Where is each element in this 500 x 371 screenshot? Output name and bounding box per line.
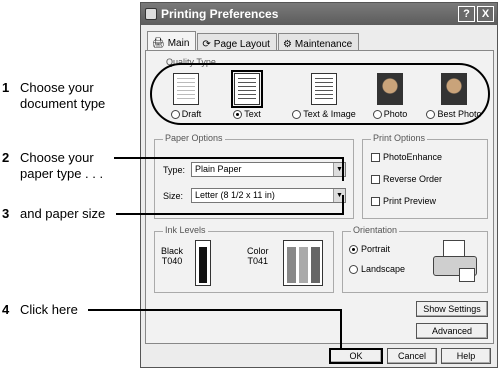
best-photo-icon (441, 73, 467, 105)
text-doc-icon (231, 70, 263, 108)
quality-option-text-image[interactable]: Text & Image (289, 73, 359, 119)
print-options-group: Print Options PhotoEnhance Reverse Order… (362, 133, 488, 219)
checkbox-label: Reverse Order (383, 174, 443, 184)
landscape-radio[interactable]: Landscape (349, 264, 405, 274)
callout-number: 2 (2, 150, 10, 165)
radio[interactable] (349, 264, 358, 274)
tab-label: Main (167, 37, 190, 49)
reverse-order-checkbox[interactable]: Reverse Order (371, 174, 442, 184)
checkbox[interactable] (371, 196, 380, 206)
paper-options-group: Paper Options Type: Plain Paper ▼ Size: … (154, 133, 354, 219)
page-layout-icon: ⟳ (202, 38, 211, 50)
quality-option-best-photo[interactable]: Best Photo (422, 73, 486, 119)
photoenhance-checkbox[interactable]: PhotoEnhance (371, 152, 442, 162)
color-ink-label: Color (247, 246, 269, 256)
main-panel: Quality Type Draft Text Text & Image Pho… (145, 50, 494, 344)
option-label: Photo (383, 109, 408, 119)
checkbox[interactable] (371, 174, 380, 184)
tab-page-layout[interactable]: ⟳ Page Layout (197, 33, 277, 51)
printer-icon: 🖨 (152, 37, 165, 49)
draft-icon (173, 73, 199, 105)
help-title-button[interactable]: ? (458, 6, 475, 22)
black-cartridge-icon (195, 240, 211, 286)
print-preview-checkbox[interactable]: Print Preview (371, 196, 436, 206)
help-button[interactable]: Help (441, 348, 491, 364)
quality-option-text[interactable]: Text (217, 70, 277, 119)
close-button[interactable]: X (477, 6, 494, 22)
radio[interactable] (426, 109, 436, 119)
radio[interactable] (349, 244, 358, 254)
black-ink-code: T040 (161, 256, 183, 266)
paper-size-value: Letter (8 1/2 x 11 in) (195, 190, 275, 200)
photo-icon (377, 73, 403, 105)
color-cartridge-icon (283, 240, 323, 286)
option-label: Best Photo (437, 109, 482, 119)
leader-line-3 (116, 213, 342, 215)
tab-label: Page Layout (213, 38, 270, 50)
portrait-radio[interactable]: Portrait (349, 244, 390, 254)
callout-number: 4 (2, 302, 10, 317)
size-label: Size: (163, 190, 184, 201)
title-bar: Printing Preferences ? X (141, 3, 497, 25)
color-ink-code: T041 (247, 256, 269, 266)
radio-label: Portrait (361, 244, 391, 254)
callout-line: document type (20, 96, 106, 111)
radio[interactable] (170, 109, 180, 119)
leader-line-2 (114, 157, 342, 159)
black-ink-label: Black (161, 246, 184, 256)
cancel-button[interactable]: Cancel (387, 348, 437, 364)
dialog-title: Printing Preferences (161, 7, 279, 21)
tab-maintenance[interactable]: ⚙ Maintenance (277, 33, 360, 51)
radio[interactable] (292, 109, 302, 119)
group-label: Ink Levels (163, 225, 208, 235)
callout-line: Choose your (20, 80, 94, 95)
paper-size-select[interactable]: Letter (8 1/2 x 11 in) ▼ (191, 188, 346, 203)
option-label: Draft (181, 109, 202, 119)
paper-type-value: Plain Paper (195, 164, 242, 174)
radio-label: Landscape (361, 264, 406, 274)
leader-line-2-drop (342, 157, 344, 181)
option-label: Text & Image (303, 109, 356, 119)
ink-levels-group: Ink Levels Black T040 Color T041 (154, 225, 334, 293)
checkbox-label: PhotoEnhance (383, 152, 443, 162)
callout-number: 3 (2, 206, 10, 221)
paper-type-select[interactable]: Plain Paper ▼ (191, 162, 346, 177)
leader-line-3-rise (342, 195, 344, 215)
maintenance-icon: ⚙ (282, 38, 292, 50)
printing-preferences-dialog: Printing Preferences ? X 🖨 Main ⟳ Page Lay… (140, 2, 498, 368)
callout-line: Choose your (20, 150, 94, 165)
radio[interactable] (372, 109, 382, 119)
tab-strip: 🖨 Main ⟳ Page Layout ⚙ Maintenance (147, 31, 360, 51)
tab-label: Maintenance (294, 38, 353, 50)
option-label: Text (244, 109, 261, 119)
group-label: Paper Options (163, 133, 225, 143)
callout-line: and paper size (20, 206, 106, 221)
leader-line-4-drop (340, 309, 342, 349)
printer-illustration-icon (433, 240, 479, 284)
printer-icon (145, 8, 157, 20)
checkbox-label: Print Preview (383, 196, 437, 206)
text-image-icon (311, 73, 337, 105)
callout-number: 1 (2, 80, 10, 95)
group-label: Print Options (371, 133, 428, 143)
ok-button[interactable]: OK (329, 348, 383, 364)
leader-line-4 (88, 309, 340, 311)
type-label: Type: (163, 164, 186, 175)
tab-main[interactable]: 🖨 Main (147, 31, 197, 51)
callout-line: paper type . . . (20, 166, 104, 181)
callout-line: Click here (20, 302, 78, 317)
quality-type-group: Quality Type Draft Text Text & Image Pho… (150, 57, 490, 127)
show-settings-button[interactable]: Show Settings (416, 301, 488, 317)
quality-option-photo[interactable]: Photo (360, 73, 420, 119)
radio[interactable] (233, 109, 243, 119)
quality-option-draft[interactable]: Draft (156, 73, 216, 119)
group-label: Orientation (351, 225, 400, 235)
checkbox[interactable] (371, 152, 380, 162)
advanced-button[interactable]: Advanced (416, 323, 488, 339)
orientation-group: Orientation Portrait Landscape (342, 225, 488, 293)
